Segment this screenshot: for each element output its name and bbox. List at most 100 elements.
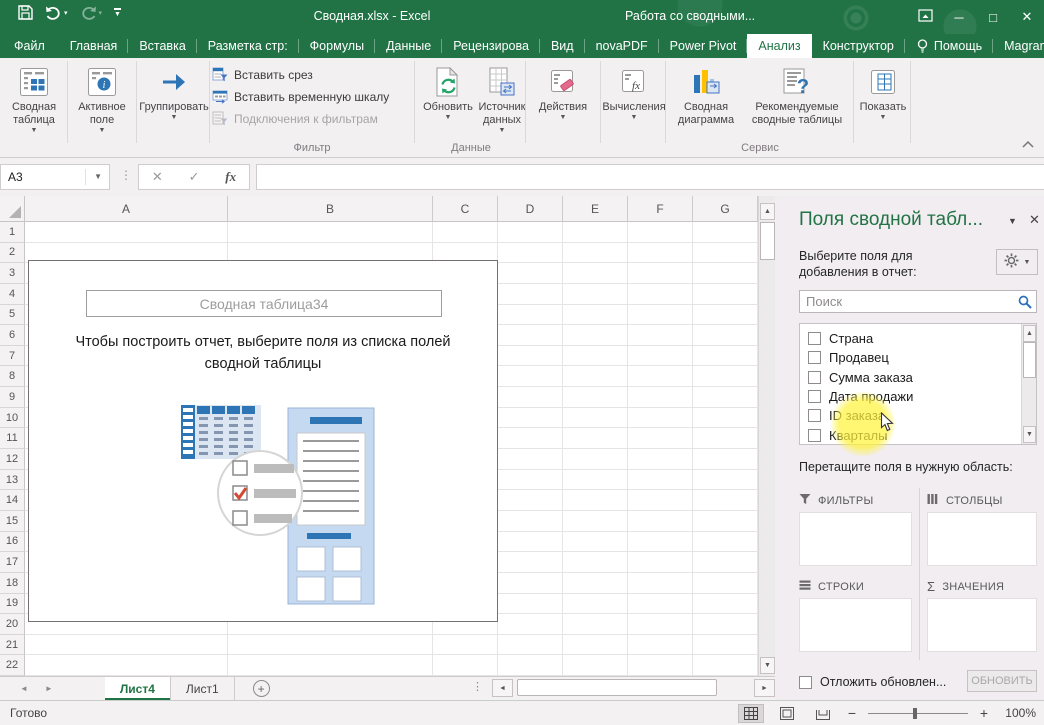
grid-cell[interactable] xyxy=(563,263,628,284)
ribbon-tab-analyze[interactable]: Анализ xyxy=(747,34,811,58)
zoom-out-icon[interactable]: − xyxy=(846,705,858,721)
grid-cell[interactable] xyxy=(693,263,758,284)
grid-cell[interactable] xyxy=(563,635,628,656)
grid-cell[interactable] xyxy=(693,470,758,491)
grid-cell[interactable] xyxy=(693,222,758,243)
column-header[interactable]: E xyxy=(563,196,628,221)
row-header[interactable]: 20 xyxy=(0,614,25,635)
grid-cell[interactable] xyxy=(628,532,693,553)
refresh-button[interactable]: Обновить ▼ xyxy=(419,61,477,149)
calculations-button[interactable]: fx Вычисления ▼ xyxy=(604,61,664,149)
name-box[interactable]: A3 ▼ xyxy=(0,164,110,190)
grid-cell[interactable] xyxy=(498,408,563,429)
active-field-button[interactable]: i Активное поле ▼ xyxy=(71,61,133,149)
grid-cell[interactable] xyxy=(693,346,758,367)
grid-cell[interactable] xyxy=(498,387,563,408)
row-header[interactable]: 3 xyxy=(0,263,25,284)
grid-cell[interactable] xyxy=(628,325,693,346)
grid-cell[interactable] xyxy=(433,655,498,676)
scroll-down-icon[interactable]: ▼ xyxy=(1023,426,1036,443)
grid-cell[interactable] xyxy=(628,552,693,573)
grid-cell[interactable] xyxy=(628,655,693,676)
pane-options-caret-icon[interactable]: ▼ xyxy=(1008,216,1017,226)
row-header[interactable]: 15 xyxy=(0,511,25,532)
grid-cell[interactable] xyxy=(498,614,563,635)
grid-cell[interactable] xyxy=(498,573,563,594)
grid-cell[interactable] xyxy=(433,635,498,656)
grid-cell[interactable] xyxy=(563,573,628,594)
ribbon-tab-file[interactable]: Файл xyxy=(0,34,59,58)
grid-cell[interactable] xyxy=(693,284,758,305)
grid-cell[interactable] xyxy=(498,346,563,367)
grid-cell[interactable] xyxy=(563,449,628,470)
field-item[interactable]: Продавец xyxy=(800,348,1020,367)
field-checkbox[interactable] xyxy=(808,429,821,442)
area-dropzone[interactable] xyxy=(927,598,1037,652)
sheet-tab-лист4[interactable]: Лист4 xyxy=(105,677,171,700)
grid-cell[interactable] xyxy=(498,325,563,346)
field-checkbox[interactable] xyxy=(808,371,821,384)
name-box-caret[interactable]: ▼ xyxy=(85,169,102,185)
grid-cell[interactable] xyxy=(563,470,628,491)
pivot-table-button[interactable]: Сводная таблица ▼ xyxy=(4,61,64,149)
row-header[interactable]: 5 xyxy=(0,305,25,326)
sheetbar-drag-handle[interactable]: ⋮ xyxy=(472,680,483,693)
zoom-slider[interactable] xyxy=(868,713,968,714)
grid-cell[interactable] xyxy=(628,387,693,408)
grid-cell[interactable] xyxy=(628,284,693,305)
grid-cell[interactable] xyxy=(628,635,693,656)
grid-cell[interactable] xyxy=(693,655,758,676)
grid-cell[interactable] xyxy=(628,449,693,470)
row-header[interactable]: 17 xyxy=(0,552,25,573)
filter-connections-button[interactable]: Подключения к фильтрам xyxy=(212,108,412,130)
vertical-scrollbar[interactable]: ▲ ▼ xyxy=(758,196,775,676)
field-item[interactable]: Дата продажи xyxy=(800,387,1020,406)
row-header[interactable]: 11 xyxy=(0,428,25,449)
scroll-left-icon[interactable]: ◄ xyxy=(492,679,513,697)
insert-slicer-button[interactable]: Вставить срез xyxy=(212,64,412,86)
area-dropzone[interactable] xyxy=(927,512,1037,566)
row-header[interactable]: 14 xyxy=(0,490,25,511)
ribbon-tab-page-layout[interactable]: Разметка стр: xyxy=(197,34,299,58)
field-item[interactable]: Сумма заказа xyxy=(800,368,1020,387)
grid-cell[interactable] xyxy=(628,428,693,449)
grid-cell[interactable] xyxy=(693,573,758,594)
horizontal-scrollbar[interactable]: ◄ ► xyxy=(490,679,775,697)
grid-cell[interactable] xyxy=(498,511,563,532)
zoom-slider-thumb[interactable] xyxy=(913,708,917,719)
search-input[interactable] xyxy=(800,294,1014,309)
column-header[interactable]: A xyxy=(25,196,228,221)
grid-cell[interactable] xyxy=(563,594,628,615)
pane-close-icon[interactable]: ✕ xyxy=(1029,212,1040,228)
grid-cell[interactable] xyxy=(693,428,758,449)
grid-cell[interactable] xyxy=(693,635,758,656)
column-header[interactable]: G xyxy=(693,196,758,221)
zoom-level[interactable]: 100% xyxy=(1000,706,1036,720)
grid-cell[interactable] xyxy=(498,222,563,243)
grid-cell[interactable] xyxy=(498,449,563,470)
formula-bar-drag-handle[interactable]: ⋮ xyxy=(120,168,132,182)
minimize-icon[interactable]: ─ xyxy=(942,10,976,25)
horizontal-scroll-thumb[interactable] xyxy=(517,679,717,696)
grid-cell[interactable] xyxy=(693,552,758,573)
column-header[interactable]: F xyxy=(628,196,693,221)
grid-cell[interactable] xyxy=(433,222,498,243)
grid-cell[interactable] xyxy=(628,305,693,326)
grid-cell[interactable] xyxy=(628,263,693,284)
field-checkbox[interactable] xyxy=(808,332,821,345)
row-header[interactable]: 2 xyxy=(0,243,25,264)
grid-cell[interactable] xyxy=(563,532,628,553)
row-header[interactable]: 8 xyxy=(0,366,25,387)
formula-input[interactable] xyxy=(256,164,1044,190)
ribbon-tab-review[interactable]: Рецензирова xyxy=(442,34,540,58)
zoom-in-icon[interactable]: + xyxy=(978,705,990,721)
recommended-pivot-tables-button[interactable]: ? Рекомендуемые сводные таблицы xyxy=(742,61,852,149)
grid-cell[interactable] xyxy=(563,614,628,635)
ribbon-tab-help[interactable]: Помощь xyxy=(905,34,993,58)
grid-cell[interactable] xyxy=(628,573,693,594)
vertical-scroll-thumb[interactable] xyxy=(760,222,775,260)
row-header[interactable]: 19 xyxy=(0,594,25,615)
grid-cell[interactable] xyxy=(563,346,628,367)
ribbon-tab-novapdf[interactable]: novaPDF xyxy=(585,34,659,58)
grid-cell[interactable] xyxy=(228,222,433,243)
